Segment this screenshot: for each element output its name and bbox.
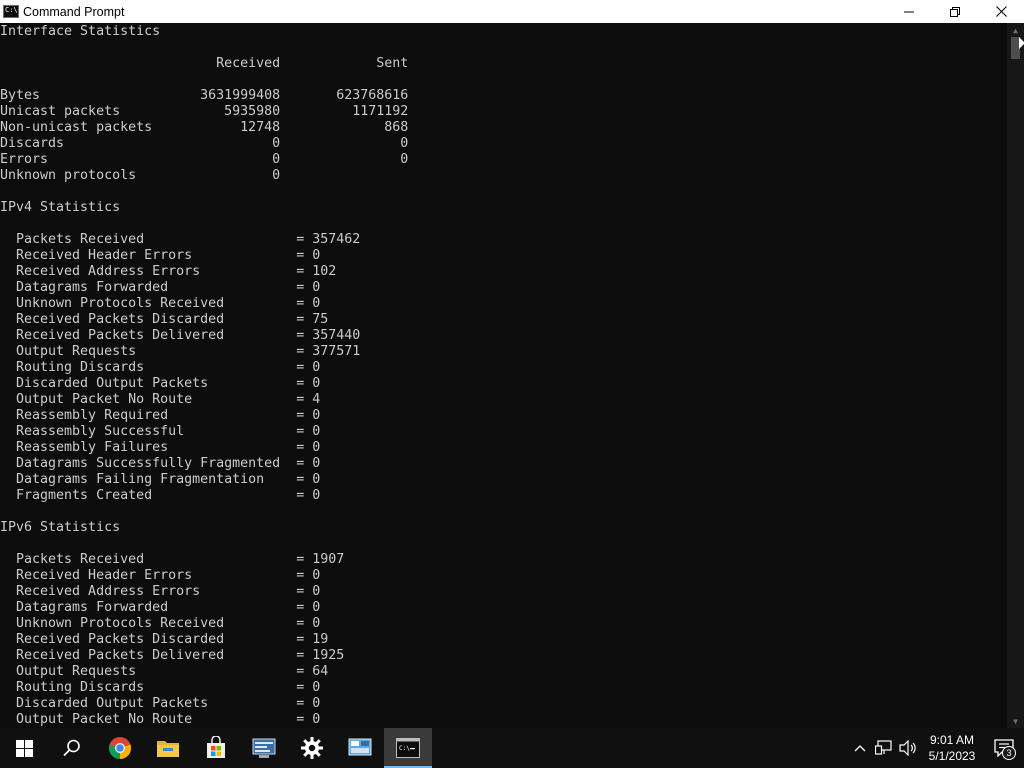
notification-count-badge: 3 bbox=[1002, 746, 1016, 760]
svg-text:C:\: C:\ bbox=[399, 745, 410, 752]
folder-icon bbox=[157, 741, 179, 757]
volume-icon[interactable] bbox=[896, 728, 920, 768]
vertical-scrollbar[interactable]: ▲ ▼ bbox=[1007, 23, 1024, 728]
console-output[interactable]: Interface Statistics Received Sent Bytes… bbox=[0, 23, 1007, 728]
control-panel-icon bbox=[252, 738, 276, 758]
network-icon[interactable] bbox=[872, 728, 896, 768]
minimize-icon bbox=[904, 11, 914, 12]
start-button[interactable] bbox=[0, 728, 48, 768]
taskbar: C:\ 9:01 AM 5/1/2023 3 bbox=[0, 728, 1024, 768]
taskbar-chrome[interactable] bbox=[96, 728, 144, 768]
window-controls bbox=[886, 0, 1024, 23]
restore-icon bbox=[950, 6, 960, 17]
system-tray: 9:01 AM 5/1/2023 3 bbox=[848, 728, 1024, 768]
close-icon bbox=[995, 6, 1007, 17]
network-app-icon bbox=[348, 738, 372, 756]
search-icon bbox=[63, 739, 80, 757]
chrome-icon bbox=[108, 737, 132, 760]
store-icon bbox=[207, 736, 225, 758]
gear-icon bbox=[301, 737, 323, 759]
clock-time: 9:01 AM bbox=[929, 733, 975, 747]
title-bar: Command Prompt bbox=[0, 0, 1024, 23]
scroll-up-arrow-icon[interactable]: ▲ bbox=[1007, 23, 1024, 37]
cmd-window-icon[interactable] bbox=[3, 5, 19, 18]
windows-logo-icon bbox=[15, 739, 33, 757]
taskbar-network-app[interactable] bbox=[336, 728, 384, 768]
scroll-down-arrow-icon[interactable]: ▼ bbox=[1007, 714, 1024, 728]
cmd-icon: C:\ bbox=[396, 738, 420, 758]
restore-button[interactable] bbox=[932, 0, 978, 23]
close-button[interactable] bbox=[978, 0, 1024, 23]
minimize-button[interactable] bbox=[886, 0, 932, 23]
console-text: Interface Statistics Received Sent Bytes… bbox=[0, 24, 409, 727]
search-button[interactable] bbox=[48, 728, 96, 768]
taskbar-settings[interactable] bbox=[288, 728, 336, 768]
taskbar-control-panel[interactable] bbox=[240, 728, 288, 768]
action-center-button[interactable]: 3 bbox=[984, 728, 1024, 768]
taskbar-command-prompt[interactable]: C:\ bbox=[384, 728, 432, 768]
taskbar-clock[interactable]: 9:01 AM 5/1/2023 bbox=[920, 728, 984, 768]
show-hidden-icons-chevron-up-icon[interactable] bbox=[848, 728, 872, 768]
taskbar-file-explorer[interactable] bbox=[144, 728, 192, 768]
clock-date: 5/1/2023 bbox=[928, 749, 976, 763]
taskbar-store[interactable] bbox=[192, 728, 240, 768]
mouse-cursor-icon bbox=[1019, 37, 1024, 49]
window-title: Command Prompt bbox=[23, 4, 125, 19]
